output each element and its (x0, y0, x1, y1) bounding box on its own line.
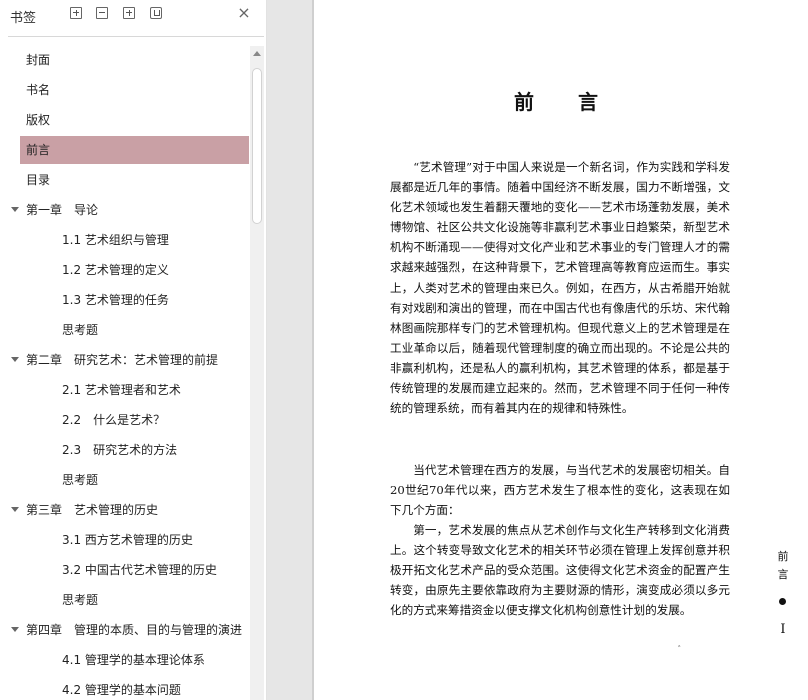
bookmark-label: 1.2 艺术管理的定义 (62, 263, 169, 277)
bookmark-label: 第三章 艺术管理的历史 (26, 503, 159, 517)
viewer-background (267, 0, 313, 700)
running-header-char-2: 言 (777, 568, 789, 581)
bookmark-item[interactable]: 第四章 管理的本质、目的与管理的演进 (0, 616, 250, 644)
bookmark-subitem[interactable]: 思考题 (0, 316, 250, 344)
bookmark-label: 第二章 研究艺术：艺术管理的前提 (26, 353, 219, 367)
bookmark-label: 第四章 管理的本质、目的与管理的演进 (26, 623, 243, 637)
bookmark-panel-title: 书签 (10, 11, 37, 26)
expand-caret-icon[interactable] (11, 207, 19, 212)
bookmark-subitem[interactable]: 4.1 管理学的基本理论体系 (0, 646, 250, 674)
bookmark-subitem[interactable]: 1.3 艺术管理的任务 (0, 286, 250, 314)
expand-caret-icon[interactable] (11, 357, 19, 362)
bookmark-label: 2.1 艺术管理者和艺术 (62, 383, 181, 397)
collapse-all-icon[interactable] (96, 7, 108, 19)
bookmark-subitem[interactable]: 3.1 西方艺术管理的历史 (0, 526, 250, 554)
paragraph-2: 当代艺术管理在西方的发展，与当代艺术的发展密切相关。自20世纪70年代以来，西方… (390, 463, 730, 518)
running-header-char-1: 前 (777, 550, 789, 563)
bookmark-panel: 书签 × 封面书名版权前言目录第一章 导论 1.1 艺术组织与管理 1.2 艺术管理… (0, 0, 267, 700)
bookmark-label: 版权 (26, 113, 51, 127)
running-header-vertical: 前 言 (776, 548, 790, 584)
bookmark-item[interactable]: 封面 (0, 46, 250, 74)
bookmark-label: 4.1 管理学的基本理论体系 (62, 653, 205, 667)
bookmark-label: 目录 (26, 173, 51, 187)
bookmark-subitem[interactable]: 思考题 (0, 466, 250, 494)
bookmark-label: 书名 (26, 83, 51, 97)
bookmark-item[interactable]: 第一章 导论 (0, 196, 250, 224)
bookmark-item[interactable]: 书名 (0, 76, 250, 104)
bookmark-label: 前言 (26, 143, 51, 157)
bookmark-subitem[interactable]: 3.2 中国古代艺术管理的历史 (0, 556, 250, 584)
bookmark-item[interactable]: 目录 (0, 166, 250, 194)
bookmark-tree: 封面书名版权前言目录第一章 导论 1.1 艺术组织与管理 1.2 艺术管理的定义 1.… (0, 46, 250, 700)
bookmark-label: 2.3 研究艺术的方法 (62, 443, 178, 457)
bookmark-item[interactable]: 第二章 研究艺术：艺术管理的前提 (0, 346, 250, 374)
bookmark-scrollbar[interactable] (250, 46, 264, 700)
bookmark-item[interactable]: 前言 (0, 136, 250, 164)
paragraph-1: “艺术管理”对于中国人来说是一个新名词，作为实践和学科发展都是近几年的事情。随着… (390, 160, 730, 416)
bookmark-label: 第一章 导论 (26, 203, 99, 217)
bookmark-subitem[interactable]: 2.3 研究艺术的方法 (0, 436, 250, 464)
add-bookmark-icon[interactable] (123, 7, 135, 19)
bookmark-label: 3.2 中国古代艺术管理的历史 (62, 563, 217, 577)
bookmark-subitem[interactable]: 2.2 什么是艺术？ (0, 406, 250, 434)
bookmark-label: 封面 (26, 53, 51, 67)
bookmark-item[interactable]: 版权 (0, 106, 250, 134)
bookmark-item[interactable]: 第三章 艺术管理的历史 (0, 496, 250, 524)
bookmark-subitem[interactable]: 1.2 艺术管理的定义 (0, 256, 250, 284)
bookmark-label: 思考题 (62, 473, 99, 487)
bookmark-label: 2.2 什么是艺术？ (62, 413, 166, 427)
page-number: I (780, 622, 786, 637)
bookmark-label: 思考题 (62, 323, 99, 337)
expand-all-icon[interactable] (70, 7, 82, 19)
selection-highlight (20, 136, 249, 164)
page-title: 前言 (514, 90, 642, 114)
bookmark-panel-header: 书签 × (0, 0, 266, 30)
bookmark-label: 1.3 艺术管理的任务 (62, 293, 169, 307)
header-divider (8, 36, 264, 37)
close-icon[interactable]: × (236, 4, 252, 22)
bullet-dot-icon (779, 598, 786, 605)
bookmark-tag-icon[interactable] (150, 7, 162, 19)
expand-caret-icon[interactable] (11, 627, 19, 632)
bookmark-label: 3.1 西方艺术管理的历史 (62, 533, 193, 547)
scrollbar-thumb[interactable] (252, 68, 262, 224)
paragraph-3: 第一，艺术发展的焦点从艺术创作与文化生产转移到文化消费上。这个转变导致文化艺术的… (390, 523, 730, 618)
bookmark-label: 思考题 (62, 593, 99, 607)
scroll-up-arrow-icon[interactable] (253, 51, 261, 56)
bookmark-label: 4.2 管理学的基本问题 (62, 683, 181, 697)
bookmark-subitem[interactable]: 1.1 艺术组织与管理 (0, 226, 250, 254)
document-page: 前言 “艺术管理”对于中国人来说是一个新名词，作为实践和学科发展都是近几年的事情… (314, 0, 808, 700)
expand-caret-icon[interactable] (11, 507, 19, 512)
bookmark-subitem[interactable]: 2.1 艺术管理者和艺术 (0, 376, 250, 404)
bookmark-subitem[interactable]: 思考题 (0, 586, 250, 614)
bookmark-subitem[interactable]: 4.2 管理学的基本问题 (0, 676, 250, 700)
bookmark-label: 1.1 艺术组织与管理 (62, 233, 169, 247)
scan-mark: ﾞ (678, 646, 683, 656)
